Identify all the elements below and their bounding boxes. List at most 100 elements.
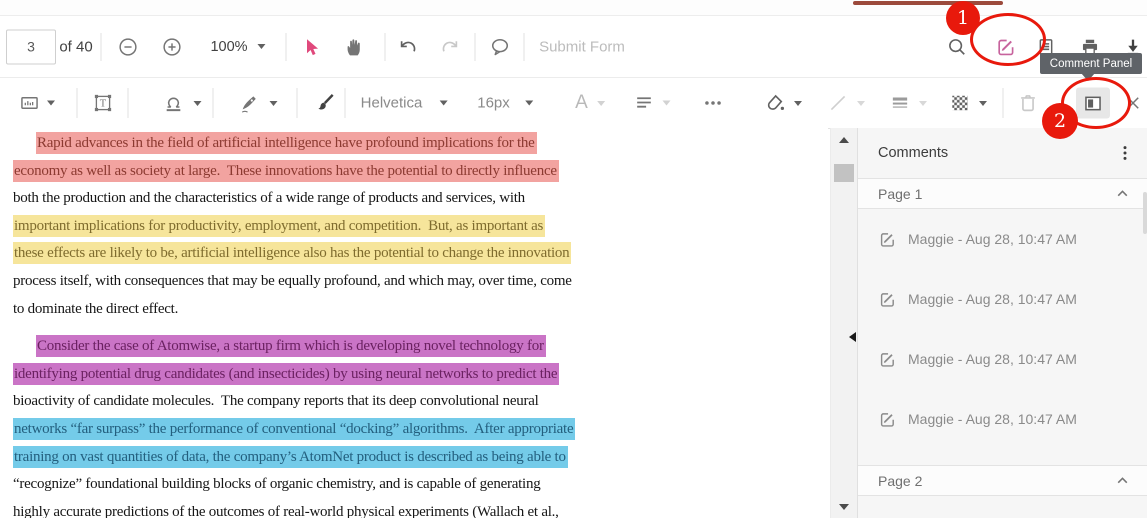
page-section-header[interactable]: Page 1 <box>858 178 1147 209</box>
panel-collapse-handle[interactable] <box>849 332 856 342</box>
submit-form-label: Submit Form <box>539 38 625 55</box>
zoom-out-button[interactable] <box>118 36 139 57</box>
scroll-down-icon[interactable] <box>839 504 849 510</box>
submit-form-button[interactable]: Submit Form <box>539 38 625 55</box>
comment-author-date: Maggie - Aug 28, 10:47 AM <box>908 351 1077 367</box>
brush-tool[interactable] <box>314 92 336 114</box>
divider <box>128 88 129 118</box>
stamp-tool[interactable] <box>163 92 202 114</box>
redo-icon <box>439 36 461 58</box>
document-text-line: highly accurate predictions of the outco… <box>0 499 828 518</box>
yellow-highlight[interactable]: these effects are likely to be, artifici… <box>13 242 571 264</box>
chevron-down-icon <box>194 101 202 106</box>
document-text-line: “recognize” foundational building blocks… <box>0 471 828 499</box>
comment-item[interactable]: Maggie - Aug 28, 10:47 AM <box>858 329 1147 389</box>
comment-item[interactable]: Maggie - Aug 28, 10:47 AM <box>858 389 1147 449</box>
chat-bubble-icon <box>489 36 511 58</box>
search-button[interactable] <box>947 36 968 57</box>
page-number-field <box>6 29 56 64</box>
fill-color-dropdown[interactable] <box>764 92 802 114</box>
comment-note-icon <box>878 410 897 429</box>
divider <box>101 33 102 61</box>
cyan-highlight[interactable]: networks “far surpass” the performance o… <box>13 418 575 440</box>
pan-tool-button[interactable] <box>344 36 365 57</box>
yellow-highlight[interactable]: important implications for productivity,… <box>13 215 545 237</box>
sidebar-scrollbar-thumb[interactable] <box>1143 192 1147 234</box>
page-number-input[interactable] <box>6 29 56 64</box>
zoom-out-icon <box>118 36 139 57</box>
chevron-down-icon <box>439 101 447 106</box>
document-text-line: economy as well as society at large. The… <box>0 158 828 186</box>
step-badge-2: 2 <box>1042 103 1078 139</box>
purple-highlight[interactable]: Consider the case of Atomwise, a startup… <box>36 335 546 357</box>
kebab-menu-icon[interactable] <box>1116 144 1134 162</box>
thickness-dropdown[interactable] <box>889 92 927 114</box>
pen-tool[interactable] <box>239 92 278 114</box>
chevron-down-icon <box>270 101 278 106</box>
pink-highlight[interactable]: Rapid advances in the field of artificia… <box>36 132 537 154</box>
signature-field-tool[interactable] <box>19 93 55 114</box>
chevron-down-icon <box>794 101 802 106</box>
redo-button[interactable] <box>439 36 461 58</box>
comment-author-date: Maggie - Aug 28, 10:47 AM <box>908 231 1077 247</box>
divider <box>1003 88 1004 118</box>
chevron-up-icon[interactable] <box>1115 186 1130 201</box>
search-icon <box>947 36 968 57</box>
scroll-up-icon[interactable] <box>839 137 849 143</box>
scrollbar-thumb[interactable] <box>834 164 854 182</box>
text-color-dropdown[interactable]: A <box>575 92 605 114</box>
font-family-label: Helvetica <box>361 95 423 112</box>
select-tool-button[interactable] <box>301 36 322 57</box>
zoom-level-dropdown[interactable]: 100% <box>210 39 265 55</box>
document-text-line: important implications for productivity,… <box>0 213 828 241</box>
text-align-dropdown[interactable] <box>634 93 671 114</box>
opacity-dropdown[interactable] <box>949 92 987 114</box>
zoom-in-button[interactable] <box>162 36 183 57</box>
chevron-down-icon <box>597 101 605 106</box>
font-size-dropdown[interactable]: 16px <box>477 95 533 112</box>
trash-icon <box>1017 92 1039 114</box>
paragraph: Rapid advances in the field of artificia… <box>0 130 828 323</box>
tooltip-text: Comment Panel <box>1050 58 1132 70</box>
text-field-tool[interactable]: T <box>92 92 114 114</box>
comment-item[interactable]: Maggie - Aug 28, 10:47 AM <box>858 269 1147 329</box>
delete-button[interactable] <box>1017 92 1039 114</box>
page-section-header[interactable]: Page 2 <box>858 465 1147 496</box>
comments-title: Comments <box>878 145 948 161</box>
font-family-dropdown[interactable]: Helvetica <box>361 95 448 112</box>
chat-bubble-button[interactable] <box>489 36 511 58</box>
zoom-level-label: 100% <box>210 39 247 55</box>
more-options-button[interactable] <box>702 92 724 114</box>
comment-item[interactable]: Maggie - Aug 28, 10:47 AM <box>858 209 1147 269</box>
purple-highlight[interactable]: identifying potential drug candidates (a… <box>13 363 559 385</box>
stroke-icon <box>827 92 849 114</box>
document-scrollbar[interactable] <box>830 128 857 518</box>
document-text-line: Consider the case of Atomwise, a startup… <box>0 333 828 361</box>
signature-field-icon <box>19 93 40 114</box>
brush-icon <box>314 92 336 114</box>
cyan-highlight[interactable]: training on vast quantities of data, the… <box>13 446 568 468</box>
divider <box>475 33 476 61</box>
select-tool-icon <box>301 36 322 57</box>
pen-icon <box>239 92 261 114</box>
paragraph: Consider the case of Atomwise, a startup… <box>0 333 828 518</box>
undo-button[interactable] <box>397 36 419 58</box>
divider <box>77 88 78 118</box>
content-area: Rapid advances in the field of artificia… <box>0 128 1147 518</box>
page-total-label: of 40 <box>59 38 92 55</box>
document-text-line: networks “far surpass” the performance o… <box>0 416 828 444</box>
comment-note-icon <box>878 350 897 369</box>
comment-author-date: Maggie - Aug 28, 10:47 AM <box>908 291 1077 307</box>
document-page[interactable]: Rapid advances in the field of artificia… <box>0 128 828 518</box>
stroke-style-dropdown[interactable] <box>827 92 865 114</box>
divider <box>385 33 386 61</box>
divider <box>524 33 525 61</box>
chevron-down-icon <box>919 101 927 106</box>
chevron-up-icon[interactable] <box>1115 473 1130 488</box>
document-text-line: identifying potential drug candidates (a… <box>0 361 828 389</box>
page-section-label: Page 2 <box>878 473 922 489</box>
red-annotation-line <box>853 1 1003 5</box>
plain-text: to dominate the direct effect. <box>13 301 178 317</box>
pink-highlight[interactable]: economy as well as society at large. The… <box>13 160 559 182</box>
comments-list: Page 1 Maggie - Aug 28, 10:47 AM Maggie - … <box>858 178 1147 496</box>
